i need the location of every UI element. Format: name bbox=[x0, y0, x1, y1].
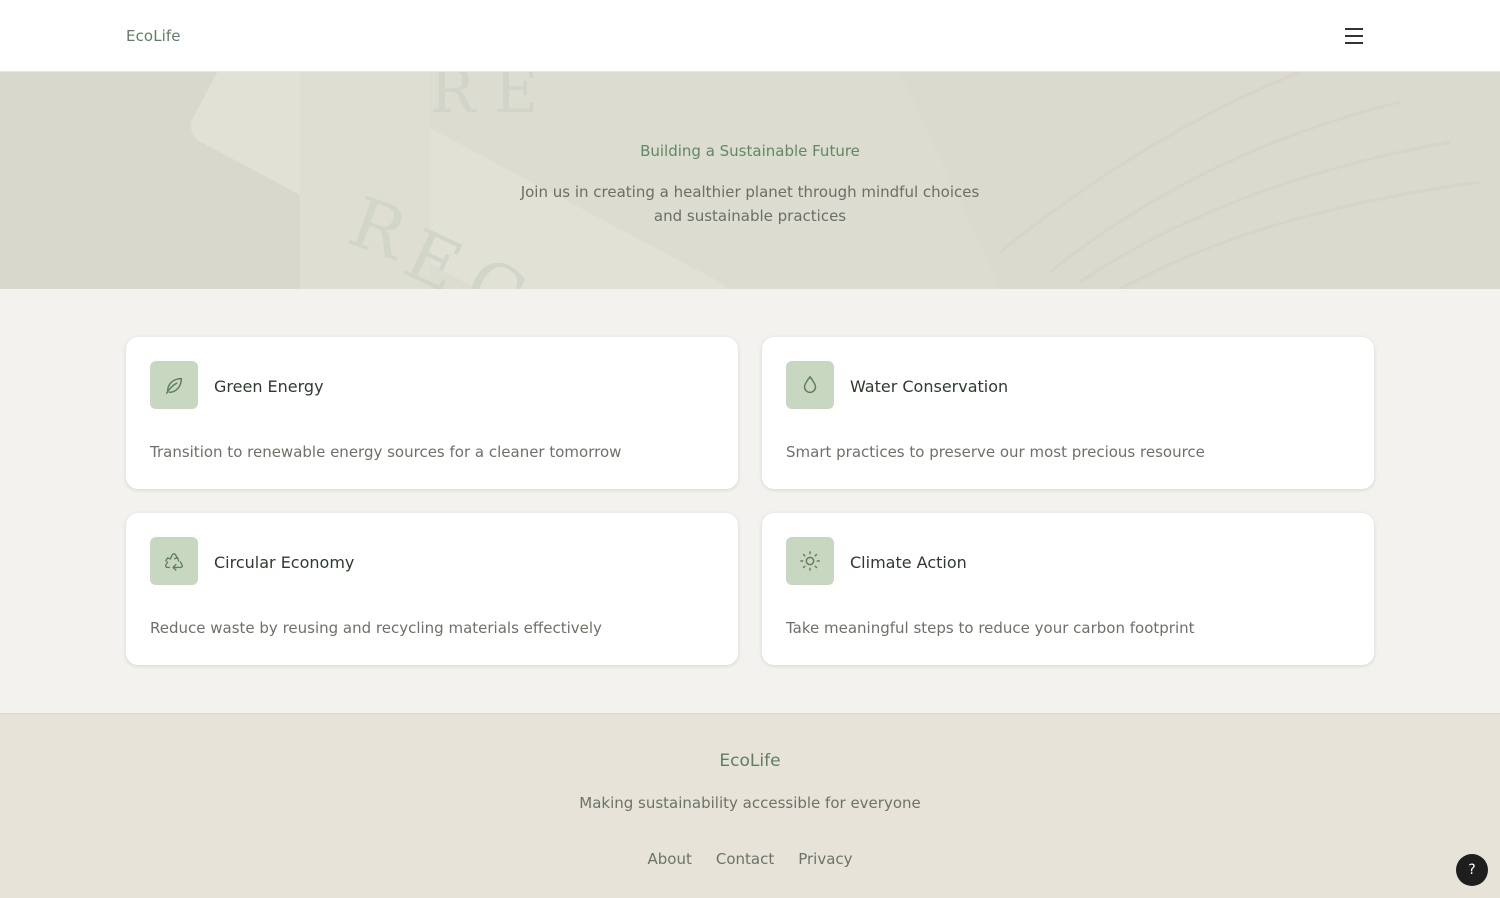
footer-links: About Contact Privacy bbox=[0, 850, 1500, 868]
hero-subtitle: Join us in creating a healthier planet t… bbox=[520, 183, 980, 225]
hero-banner: R E C R E Building a Sustainable Future … bbox=[0, 72, 1500, 289]
footer-brand: EcoLife bbox=[719, 751, 781, 771]
card-circular-economy[interactable]: Circular Economy Reduce waste by reusing… bbox=[126, 513, 738, 665]
card-title: Circular Economy bbox=[214, 553, 355, 572]
hero-title: Building a Sustainable Future bbox=[640, 142, 860, 160]
logo[interactable]: EcoLife bbox=[126, 27, 181, 45]
hamburger-menu-icon[interactable] bbox=[1340, 24, 1368, 48]
footer-link-about[interactable]: About bbox=[647, 850, 691, 868]
site-header: EcoLife bbox=[0, 0, 1500, 72]
card-description: Smart practices to preserve our most pre… bbox=[786, 443, 1205, 461]
footer-tagline: Making sustainability accessible for eve… bbox=[579, 794, 921, 812]
footer-link-contact[interactable]: Contact bbox=[716, 850, 774, 868]
card-green-energy[interactable]: Green Energy Transition to renewable ene… bbox=[126, 337, 738, 489]
card-title: Water Conservation bbox=[850, 377, 1009, 396]
leaf-icon bbox=[150, 361, 198, 409]
card-climate-action[interactable]: Climate Action Take meaningful steps to … bbox=[762, 513, 1374, 665]
card-description: Reduce waste by reusing and recycling ma… bbox=[150, 619, 602, 637]
help-button[interactable]: ? bbox=[1456, 854, 1488, 886]
card-description: Transition to renewable energy sources f… bbox=[150, 443, 622, 461]
footer-link-privacy[interactable]: Privacy bbox=[798, 850, 852, 868]
card-water-conservation[interactable]: Water Conservation Smart practices to pr… bbox=[762, 337, 1374, 489]
recycle-icon bbox=[150, 537, 198, 585]
card-title: Green Energy bbox=[214, 377, 324, 396]
sun-icon bbox=[786, 537, 834, 585]
card-title: Climate Action bbox=[850, 553, 967, 572]
water-drop-icon bbox=[786, 361, 834, 409]
site-footer: EcoLife Making sustainability accessible… bbox=[0, 713, 1500, 898]
card-description: Take meaningful steps to reduce your car… bbox=[786, 619, 1195, 637]
